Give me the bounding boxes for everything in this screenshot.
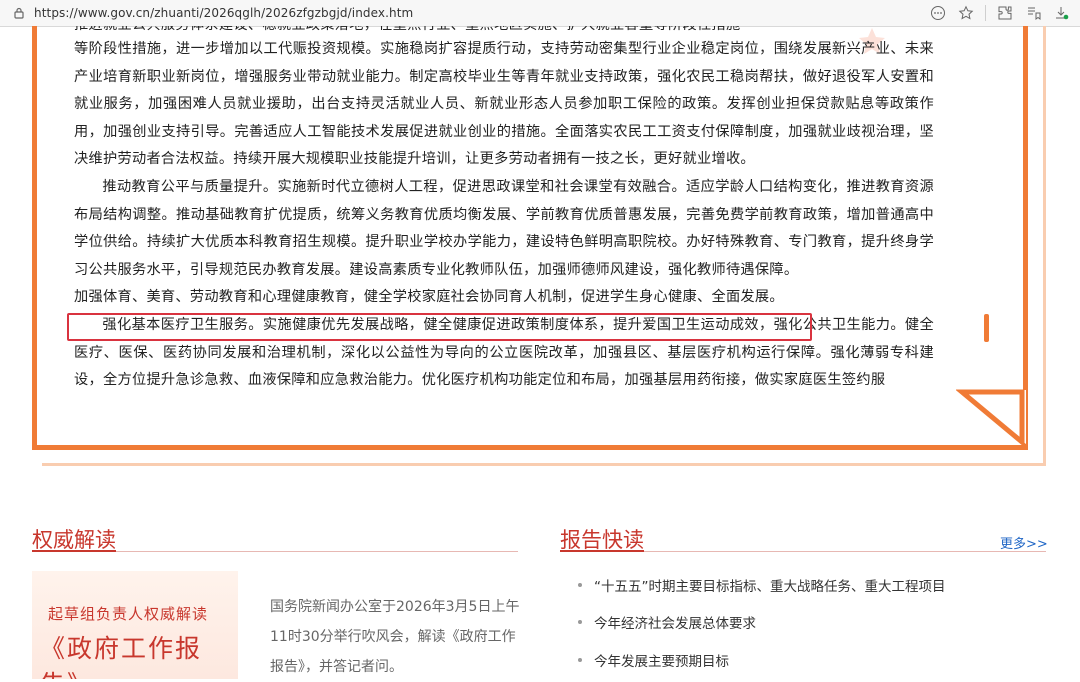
bullet-icon [578, 657, 582, 662]
authority-section-accent [32, 550, 116, 552]
more-icon[interactable] [927, 3, 949, 23]
report-paragraph-employment: 等阶段性措施，进一步增加以工代赈投资规模。实施稳岗扩容提质行动，支持劳动密集型行… [74, 41, 934, 168]
quick-report-item-label: 今年发展主要预期目标 [594, 653, 729, 670]
quick-report-item[interactable]: 今年发展主要预期目标 [576, 641, 1046, 679]
report-paragraph-education: 推动教育公平与质量提升。实施新时代立德树人工程，促进思政课堂和社会课堂有效融合。… [74, 178, 934, 278]
quick-report-list: “十五五”时期主要目标指标、重大战略任务、重大工程项目 今年经济社会发展总体要求… [576, 566, 1046, 679]
bullet-icon [578, 620, 582, 625]
browser-address-bar: https://www.gov.cn/zhuanti/2026qglh/2026… [0, 0, 1080, 27]
extensions-icon[interactable] [994, 3, 1016, 23]
quick-report-item-label: “十五五”时期主要目标指标、重大战略任务、重大工程项目 [594, 578, 946, 595]
report-scrollbar-thumb[interactable] [984, 314, 989, 342]
corner-fold-decoration [956, 389, 1026, 448]
lock-icon[interactable] [12, 6, 26, 20]
toolbar-divider [985, 5, 986, 21]
url-field[interactable]: https://www.gov.cn/zhuanti/2026qglh/2026… [34, 6, 413, 20]
highlight-annotation-box [67, 313, 812, 341]
bullet-icon [578, 582, 582, 587]
quick-report-item[interactable]: 今年经济社会发展总体要求 [576, 604, 1046, 642]
quick-report-item-label: 今年经济社会发展总体要求 [594, 616, 756, 633]
authority-description[interactable]: 国务院新闻办公室于2026年3月5日上午11时30分举行吹风会，解读《政府工作报… [270, 592, 522, 682]
favorite-star-icon[interactable] [955, 3, 977, 23]
authority-promo-image[interactable]: 起草组负责人权威解读 《政府工作报告》 [32, 571, 238, 679]
promo-image-title: 《政府工作报告》 [40, 634, 203, 679]
collections-icon[interactable] [1022, 3, 1044, 23]
download-icon[interactable] [1050, 3, 1072, 23]
report-paragraph-education-highlight: 加强体育、美育、劳动教育和心理健康教育，健全学校家庭社会协同育人机制，促进学生身… [74, 289, 784, 306]
promo-image-subtitle: 起草组负责人权威解读 [48, 605, 209, 623]
quick-report-section-accent [560, 550, 644, 552]
more-link[interactable]: 更多>> [1000, 533, 1048, 552]
quick-report-item[interactable]: “十五五”时期主要目标指标、重大战略任务、重大工程项目 [576, 566, 1046, 604]
